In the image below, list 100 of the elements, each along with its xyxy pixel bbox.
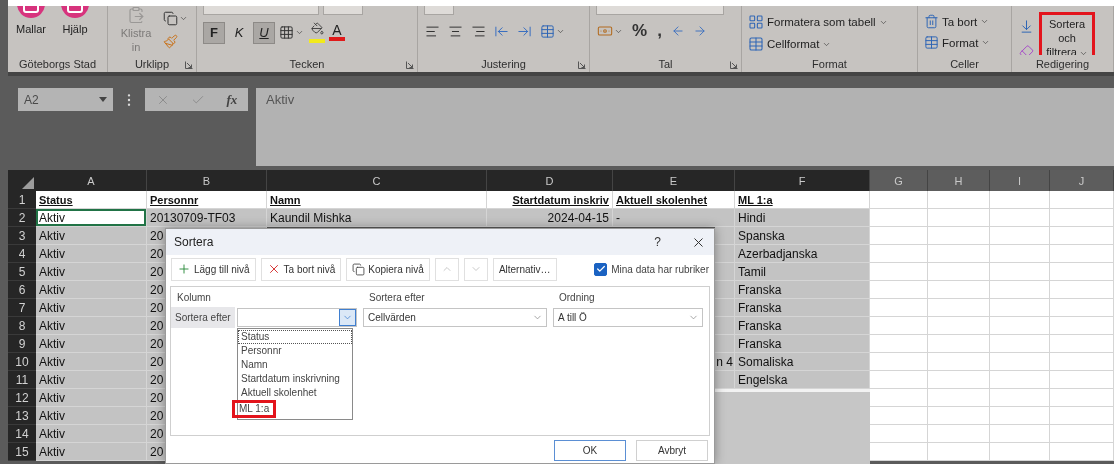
table-cell[interactable]: Personnr: [147, 191, 267, 209]
column-title: Sortera efter: [368, 291, 426, 303]
table-cell[interactable]: Namn: [267, 191, 487, 209]
row-header[interactable]: 14: [8, 425, 36, 443]
table-cell[interactable]: Aktiv: [36, 335, 147, 353]
table-cell[interactable]: Aktuell skolenhet: [613, 191, 735, 209]
table-cell[interactable]: Somaliska: [735, 353, 870, 371]
row-header[interactable]: 5: [8, 263, 36, 281]
dialog-title: Sortera: [174, 235, 215, 249]
table-cell[interactable]: Franska: [735, 317, 870, 335]
table-cell[interactable]: Aktiv: [36, 299, 147, 317]
percent-button[interactable]: %: [630, 21, 650, 41]
level-label: Sortera efter: [174, 312, 232, 323]
group-label: Göteborgs Stad: [18, 57, 97, 70]
table-cell[interactable]: Aktiv: [36, 425, 147, 443]
table-cell[interactable]: Franska: [735, 281, 870, 299]
dropdown-option[interactable]: Personnr: [238, 344, 352, 358]
font-color-button[interactable]: A: [329, 24, 345, 41]
format-toggle[interactable]: F: [203, 21, 225, 44]
column-header[interactable]: C: [267, 170, 487, 191]
table-cell[interactable]: Hindi: [735, 209, 870, 227]
row-header[interactable]: 2: [8, 209, 36, 227]
table-cell[interactable]: Aktiv: [36, 353, 147, 371]
dialog-button[interactable]: OK: [554, 440, 626, 461]
table-cell[interactable]: Aktiv: [36, 371, 147, 389]
row-header[interactable]: 4: [8, 245, 36, 263]
table-cell[interactable]: Aktiv: [36, 209, 147, 227]
table-cell[interactable]: Franska: [735, 299, 870, 317]
table-cell[interactable]: Spanska: [735, 227, 870, 245]
dropdown-option[interactable]: Startdatum inskrivning: [238, 372, 352, 386]
row-header[interactable]: 15: [8, 443, 36, 461]
ribbon-button[interactable]: Formatera som tabell: [748, 14, 888, 30]
group-label: Celler: [950, 57, 979, 70]
table-cell[interactable]: Kaundil Mishka: [267, 209, 487, 227]
row-header[interactable]: 9: [8, 335, 36, 353]
toolbar-button[interactable]: Ta bort nivå: [260, 257, 342, 281]
ribbon-button[interactable]: Format: [924, 35, 991, 50]
formula-input[interactable]: Aktiv: [256, 88, 1114, 166]
row-header[interactable]: 13: [8, 407, 36, 425]
format-toggle[interactable]: U: [253, 21, 275, 44]
column-title: Ordning: [558, 291, 596, 303]
format-toggle[interactable]: K: [228, 21, 250, 44]
table-cell[interactable]: Azerbadjanska: [735, 245, 870, 263]
table-cell[interactable]: Franska: [735, 335, 870, 353]
table-cell[interactable]: Tamil: [735, 263, 870, 281]
group-label: Format: [812, 57, 847, 70]
group-label: Redigering: [1035, 57, 1090, 70]
column-header[interactable]: F: [735, 170, 870, 191]
table-cell[interactable]: 2024-04-15: [487, 209, 613, 227]
group-label: Tecken: [289, 57, 325, 70]
column-header[interactable]: A: [36, 170, 147, 191]
row-header[interactable]: 1: [8, 191, 36, 209]
table-cell[interactable]: Status: [36, 191, 147, 209]
row-header[interactable]: 11: [8, 371, 36, 389]
group-label: Urklipp: [134, 57, 170, 70]
name-box[interactable]: A2: [18, 88, 113, 111]
table-cell[interactable]: Startdatum inskriv: [487, 191, 613, 209]
row-header[interactable]: 3: [8, 227, 36, 245]
table-cell[interactable]: Aktiv: [36, 317, 147, 335]
comma-button[interactable]: ,: [655, 21, 664, 41]
table-cell[interactable]: Aktiv: [36, 263, 147, 281]
table-cell[interactable]: Aktiv: [36, 245, 147, 263]
row-header[interactable]: 6: [8, 281, 36, 299]
dropdown-option[interactable]: Namn: [238, 358, 352, 372]
sort-on-combo[interactable]: Cellvärden: [363, 308, 547, 327]
ribbon-button[interactable]: Hjälp: [58, 6, 92, 36]
row-header[interactable]: 8: [8, 317, 36, 335]
table-cell[interactable]: Aktiv: [36, 389, 147, 407]
table-cell[interactable]: -: [613, 209, 735, 227]
insert-function-button[interactable]: fx: [226, 91, 238, 108]
row-header[interactable]: 10: [8, 353, 36, 371]
column-header[interactable]: B: [147, 170, 267, 191]
dialog-button[interactable]: Avbryt: [636, 440, 708, 461]
table-cell[interactable]: ML 1:a: [735, 191, 870, 209]
dropdown-option[interactable]: ML 1:a: [232, 400, 277, 418]
column-header[interactable]: D: [487, 170, 613, 191]
toolbar-button[interactable]: Kopiera nivå: [346, 257, 430, 281]
column-title: Kolumn: [176, 291, 212, 303]
order-combo[interactable]: A till Ö: [553, 308, 703, 327]
table-cell[interactable]: Aktiv: [36, 281, 147, 299]
group-label: Justering: [481, 57, 526, 70]
row-header[interactable]: 12: [8, 389, 36, 407]
ribbon-button[interactable]: Mallar: [14, 6, 48, 36]
table-cell[interactable]: Aktiv: [36, 227, 147, 245]
row-header[interactable]: 7: [8, 299, 36, 317]
toolbar-button[interactable]: Alternativ…: [492, 257, 557, 281]
dropdown-option[interactable]: Status: [238, 330, 352, 344]
dropdown-option[interactable]: Aktuell skolenhet: [238, 386, 352, 400]
table-cell[interactable]: n 4: [715, 353, 735, 371]
column-header[interactable]: E: [613, 170, 735, 191]
checkbox-label: Mina data har rubriker: [611, 263, 709, 275]
table-cell[interactable]: Engelska: [735, 371, 870, 389]
group-label: Tal: [658, 57, 673, 70]
table-cell[interactable]: Aktiv: [36, 443, 147, 461]
table-cell[interactable]: Aktiv: [36, 407, 147, 425]
ribbon-button[interactable]: Cellformat: [748, 36, 832, 52]
toolbar-button[interactable]: Lägg till nivå: [171, 257, 256, 281]
help-button[interactable]: ?: [654, 235, 661, 249]
table-cell[interactable]: 20130709-TF03: [147, 209, 267, 227]
ribbon-button[interactable]: Ta bort: [924, 14, 990, 29]
